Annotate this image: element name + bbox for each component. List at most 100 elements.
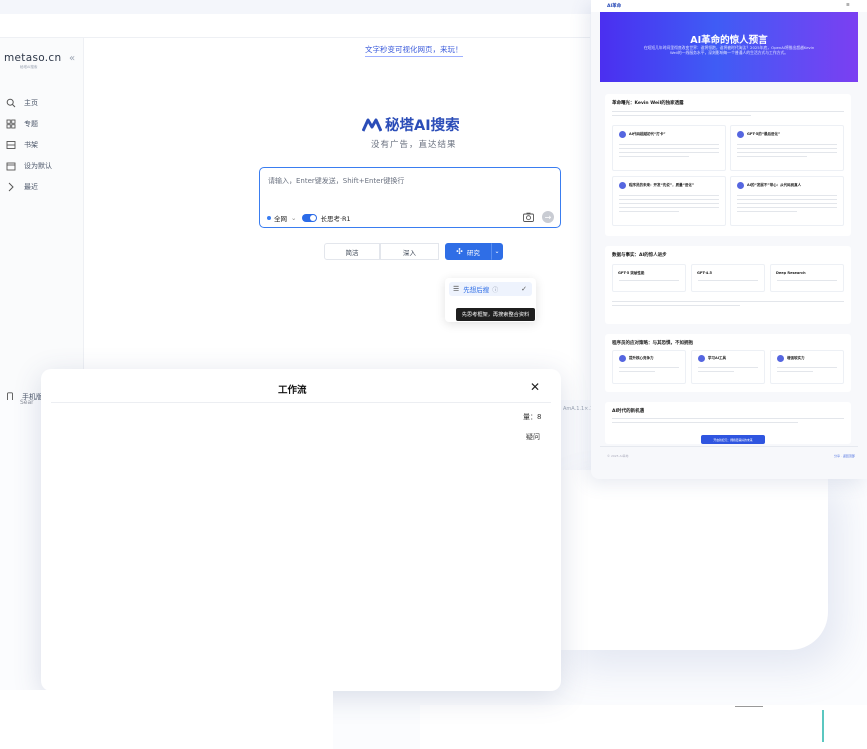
- report-card: 学习AI工具: [691, 350, 765, 384]
- sidebar-item-label: 最近: [24, 183, 38, 191]
- search-input[interactable]: 请输入，Enter键发送，Shift+Enter键换行: [268, 176, 404, 186]
- logo-subtitle: 秘塔AI搜索: [20, 65, 38, 69]
- card-icon: [619, 182, 626, 189]
- card-title: AI代码超越初代“打卡”: [629, 132, 666, 136]
- section-title: 数据与事实：AI的惊人进步: [612, 253, 667, 258]
- sidebar-item-recent[interactable]: 最近: [5, 180, 38, 194]
- report-card: 程序员的未来：开发“先说”，质量“进化”: [612, 176, 726, 226]
- promo-notice-link[interactable]: 文字秒变可视化网页，来玩！: [365, 44, 463, 57]
- section-title: 程序员的应对策略：与其恐惧，不如拥抱: [612, 341, 693, 346]
- card-text-lines: [619, 195, 719, 215]
- chevron-down-icon[interactable]: ⌄: [291, 214, 296, 222]
- metaso-app-window: metaso.cn 秘塔AI搜索 « 主页 专题 书架 设为默认 最近 手机版 …: [0, 14, 590, 400]
- scope-selector[interactable]: 全网: [274, 213, 287, 223]
- list-icon: ☰: [453, 285, 460, 293]
- divider: [51, 402, 551, 403]
- modal-count-text: 量：8: [523, 413, 542, 421]
- card-text-lines: [619, 280, 679, 284]
- think-first-option[interactable]: ☰ 先想后搜 ⓘ ✓: [449, 282, 532, 296]
- card-icon: [777, 355, 784, 362]
- report-preview-panel: AI革命 ≡ AI革命的惊人预言 在短短几年时间里彻底改变世界：谁将领跑，谁将被…: [591, 0, 867, 479]
- option-label: 先想后搜: [463, 286, 490, 294]
- card-title: 程序员的未来：开发“先说”，质量“进化”: [629, 183, 695, 187]
- report-card: AI的“发展不”带心：从代码到真人: [730, 176, 844, 226]
- report-topbar: [591, 0, 867, 12]
- card-icon: [737, 182, 744, 189]
- card-icon: [737, 131, 744, 138]
- report-card: Deep Research: [770, 264, 844, 292]
- card-title: 提升核心竞争力: [629, 356, 654, 360]
- report-hero-title: AI革命的惊人预言: [690, 35, 768, 46]
- sidebar-item-topics[interactable]: 专题: [5, 117, 38, 131]
- card-title: GPT-5 突破性能: [618, 271, 645, 275]
- mode-brief-button[interactable]: 简洁: [324, 243, 380, 260]
- background-dash: [735, 706, 763, 707]
- camera-icon[interactable]: [523, 212, 534, 222]
- background-card: [560, 470, 828, 650]
- screenshot-root: metaso.cn 秘塔AI搜索 « 主页 专题 书架 设为默认 最近 手机版 …: [0, 0, 867, 749]
- card-title: GPT-4.5: [697, 271, 712, 275]
- report-cta-button[interactable]: 开启新纪元：拥抱更美好的未来: [701, 435, 765, 444]
- long-think-label: 长思考·R1: [320, 215, 351, 223]
- report-section: 革命曙光：Kevin Weil的独家透露 AI代码超越初代“打卡” GPT-5的…: [605, 94, 851, 236]
- sidebar-item-label: 主页: [24, 99, 38, 107]
- divider: [600, 446, 858, 447]
- chevron-down-icon[interactable]: ⌄: [491, 243, 503, 260]
- background-bottom-strip: [420, 705, 867, 749]
- brand-name: 秘塔AI搜索: [385, 118, 460, 134]
- card-icon: [619, 131, 626, 138]
- check-icon: ✓: [521, 285, 527, 293]
- card-title: 学习AI工具: [708, 356, 727, 360]
- search-box[interactable]: 请输入，Enter键发送，Shift+Enter键换行 全网 ⌄ 长思考·R1 …: [259, 167, 561, 228]
- section-text-lines: [612, 418, 844, 426]
- info-icon[interactable]: ⓘ: [492, 285, 498, 294]
- section-title: 革命曙光：Kevin Weil的独家透露: [612, 101, 684, 106]
- send-button[interactable]: →: [542, 211, 554, 223]
- modal-side-text: 疑问: [526, 433, 540, 441]
- report-card: 增强软实力: [770, 350, 844, 384]
- option-tooltip: 先思考框架，再搜索整合资料: [456, 308, 535, 321]
- logo[interactable]: metaso.cn: [4, 52, 61, 64]
- card-title: Deep Research: [776, 271, 806, 275]
- card-title: GPT-5的“最后进化”: [747, 132, 781, 136]
- card-text-lines: [737, 144, 837, 160]
- section-title: AI时代的新机遇: [612, 409, 645, 414]
- report-card: AI代码超越初代“打卡”: [612, 125, 726, 171]
- background-panel: [0, 690, 333, 749]
- card-text-lines: [619, 144, 719, 160]
- card-text-lines: [619, 367, 679, 375]
- menu-icon[interactable]: ≡: [846, 3, 850, 8]
- phone-icon: [5, 392, 15, 400]
- section-text-lines: [612, 301, 844, 309]
- report-footer-links[interactable]: 分享 · 返回顶部: [834, 454, 855, 458]
- brand-logo-icon: [362, 118, 382, 132]
- sidebar-item-bookshelf[interactable]: 书架: [5, 138, 38, 152]
- mode-research-label: 研究: [466, 248, 480, 257]
- modal-title: 工作流: [278, 385, 307, 396]
- chevron-right-icon: [5, 181, 17, 193]
- report-footer-text: © 2025 AI革命: [607, 454, 629, 458]
- long-think-toggle[interactable]: [302, 214, 318, 222]
- card-icon: [619, 355, 626, 362]
- grid-icon: [5, 118, 17, 130]
- background-accent-line: [822, 710, 824, 742]
- section-text-lines: [612, 109, 844, 119]
- report-card: GPT-4.5: [691, 264, 765, 292]
- mode-deep-button[interactable]: 深入: [380, 243, 439, 260]
- mode-research-button[interactable]: ✣ 研究: [445, 243, 491, 260]
- brand-title: 秘塔AI搜索: [362, 114, 460, 135]
- card-text-lines: [777, 280, 837, 284]
- sidebar: metaso.cn 秘塔AI搜索 « 主页 专题 书架 设为默认 最近 手机版: [0, 38, 84, 400]
- report-card: 提升核心竞争力: [612, 350, 686, 384]
- main-content: 文字秒变可视化网页，来玩！ 秘塔AI搜索 没有广告，直达结果 请输入，Enter…: [85, 38, 590, 400]
- close-icon[interactable]: ✕: [530, 380, 540, 394]
- search-icon: [5, 97, 17, 109]
- collapse-sidebar-icon[interactable]: «: [69, 53, 75, 64]
- sidebar-item-label: 设为默认: [24, 162, 52, 170]
- sidebar-item-set-default[interactable]: 设为默认: [5, 159, 52, 173]
- report-hero: AI革命的惊人预言 在短短几年时间里彻底改变世界：谁将领跑，谁将被时代淘汰？20…: [600, 12, 858, 82]
- sidebar-item-label: 书架: [24, 141, 38, 149]
- sidebar-item-label: 专题: [24, 120, 38, 128]
- search-mode-bar: 简洁 深入 ✣ 研究 ⌄: [324, 243, 503, 260]
- sidebar-item-home[interactable]: 主页: [5, 96, 38, 110]
